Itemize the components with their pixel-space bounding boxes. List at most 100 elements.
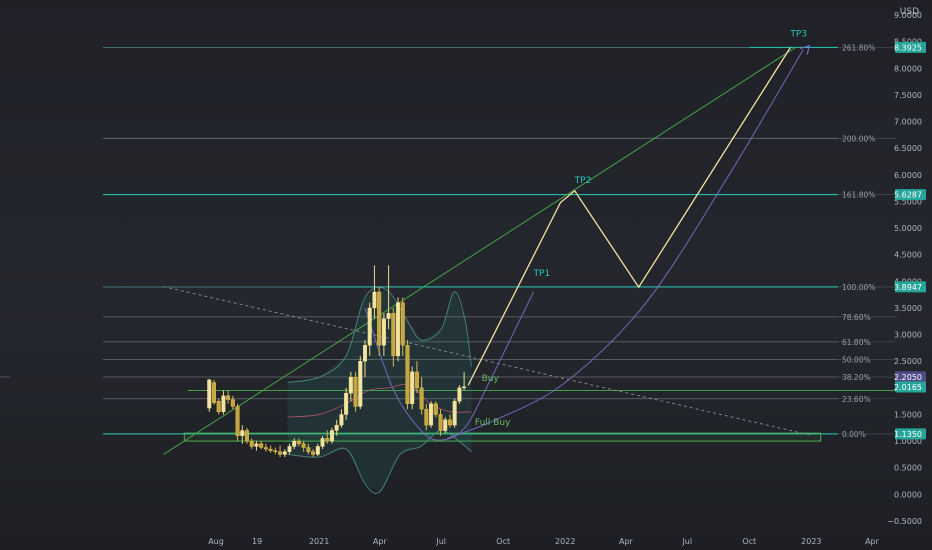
candle-body	[405, 345, 410, 405]
annotations-layer: TP3 TP2 TP1 Buy Full Buy	[475, 29, 807, 428]
fib-ratio-label: 100.00%	[842, 283, 875, 292]
time-tick-label: 2023	[801, 537, 821, 546]
rising-trendline	[163, 46, 797, 455]
falling-trendline	[163, 286, 812, 436]
candle-body	[419, 387, 424, 410]
projection-path	[467, 47, 791, 386]
candle-body	[325, 438, 330, 442]
candle-body	[358, 361, 363, 407]
fib-ratio-label: 200.00%	[842, 134, 875, 143]
price-tick-label: 3.0000	[894, 331, 922, 340]
price-tick-label: 6.5000	[894, 144, 922, 153]
price-tick-label: 7.0000	[894, 118, 922, 127]
fib-ratio-label: 23.60%	[842, 395, 871, 404]
time-axis[interactable]: Aug 19 2021 Apr Jul Oct 2022 Apr Jul Oct 2023 Apr	[208, 537, 879, 546]
candle-body	[263, 447, 268, 450]
fib-ratio-label: 50.00%	[842, 355, 871, 364]
last-price-badge: 2.2050	[894, 373, 922, 382]
candle-body	[386, 313, 391, 319]
candle-body	[207, 379, 212, 409]
candle-body	[381, 318, 386, 346]
candle-body	[273, 450, 278, 452]
price-tick-label: 3.5000	[894, 304, 922, 313]
candle-body	[329, 430, 334, 442]
candle-body	[230, 399, 235, 407]
candle-body	[438, 414, 443, 431]
candle-body	[311, 451, 316, 455]
full-buy-zone	[183, 432, 822, 442]
fib-price-badge: 1.1350	[894, 430, 922, 439]
chart-canvas: 0.00% 23.60% 38.20% 50.00% 61.80% 78.60% 100.0…	[0, 7, 926, 546]
candle-body	[259, 443, 264, 448]
annotation-full-buy: Full Buy	[475, 418, 511, 428]
candle-body	[372, 291, 377, 309]
candle-body	[226, 395, 231, 400]
candle-body	[377, 291, 382, 346]
candle-body	[396, 302, 401, 357]
fib-ratio-label: 0.00%	[842, 430, 866, 439]
candle-body	[410, 371, 415, 405]
candle-body	[296, 440, 301, 444]
price-tick-label: 6.0000	[894, 171, 922, 180]
candle-body	[216, 400, 221, 413]
projection-layer	[467, 47, 791, 386]
candle-body	[339, 414, 344, 426]
candle-body	[240, 430, 245, 436]
candle-body	[315, 446, 320, 455]
time-tick-label: Oct	[496, 537, 510, 546]
candle-body	[367, 307, 372, 346]
candle-body	[424, 408, 429, 426]
candle-body	[391, 313, 396, 357]
time-tick-label: 2021	[309, 537, 329, 546]
fib-price-badge: 3.8947	[894, 283, 922, 292]
fib-price-badge: 5.6287	[894, 191, 922, 200]
time-tick-label: Aug	[208, 537, 224, 546]
price-tick-label: 0.0000	[894, 490, 922, 499]
price-tick-label: 1.5000	[894, 410, 922, 419]
time-tick-label: Jul	[681, 537, 692, 546]
candle-body	[245, 430, 250, 442]
annotation-tp1: TP1	[533, 269, 551, 279]
candle-body	[292, 440, 297, 447]
fib-ratio-label: 38.20%	[842, 373, 871, 382]
candle-body	[287, 446, 292, 452]
fib-ratio-label: 61.80%	[842, 338, 871, 347]
candle-body	[414, 371, 419, 389]
time-tick-label: 2022	[555, 537, 575, 546]
candle-body	[400, 302, 405, 346]
annotation-buy: Buy	[482, 374, 500, 384]
candle-body	[334, 424, 339, 431]
candle-body	[433, 403, 438, 415]
candle-body	[457, 387, 462, 402]
time-tick-label: Apr	[865, 537, 880, 546]
candle-body	[249, 440, 254, 447]
currency-label: USD	[900, 7, 919, 17]
candle-body	[306, 447, 311, 452]
candle-body	[278, 451, 283, 455]
annotation-tp2: TP2	[574, 176, 592, 186]
price-tick-label: 2.5000	[894, 357, 922, 366]
time-tick-label: Apr	[373, 537, 388, 546]
candle-body	[362, 345, 367, 362]
fib-ratio-label: 261.80%	[842, 43, 875, 52]
candle-body	[221, 395, 226, 413]
trendlines-layer	[163, 44, 812, 455]
candle-body	[462, 386, 467, 389]
candle-body	[254, 443, 259, 447]
candle-body	[452, 400, 457, 426]
time-tick-label: 19	[252, 537, 262, 546]
fib-ratio-label: 78.60%	[842, 313, 871, 322]
price-tick-label: 7.5000	[894, 91, 922, 100]
price-axis[interactable]: −0.50000.00000.50001.00001.50002.00002.5…	[887, 11, 926, 526]
candle-body	[443, 419, 448, 431]
candle-body	[211, 382, 216, 403]
annotation-tp3: TP3	[789, 29, 807, 39]
candle-body	[344, 392, 349, 415]
parabolic-curve	[447, 49, 804, 439]
candle-body	[353, 376, 358, 407]
fib-price-badge: 8.3925	[894, 43, 922, 52]
candle-body	[235, 406, 240, 436]
candle-body	[320, 438, 325, 447]
candle-body	[301, 443, 306, 448]
candle-body	[447, 419, 452, 426]
